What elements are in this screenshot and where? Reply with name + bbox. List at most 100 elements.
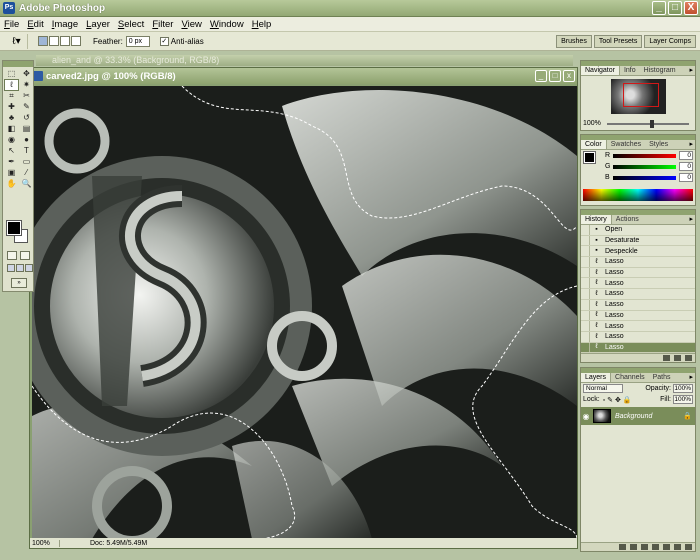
tab-swatches[interactable]: Swatches	[607, 140, 645, 149]
add-selection-icon[interactable]	[49, 36, 59, 46]
dodge-tool-icon[interactable]: ●	[20, 135, 33, 145]
intersect-selection-icon[interactable]	[71, 36, 81, 46]
history-brush-source[interactable]	[581, 225, 590, 235]
marquee-tool-icon[interactable]: ⬚	[5, 69, 18, 79]
eraser-tool-icon[interactable]: ◧	[5, 124, 18, 134]
layer-row-background[interactable]: ◉ Background 🔒	[581, 407, 695, 425]
tab-navigator[interactable]: Navigator	[581, 66, 620, 75]
history-state[interactable]: ▪ Despeckle	[581, 246, 695, 258]
tab-channels[interactable]: Channels	[611, 373, 649, 382]
foreground-color-swatch[interactable]	[6, 220, 22, 236]
quick-mask-icon[interactable]	[20, 251, 30, 260]
history-brush-source[interactable]	[581, 278, 590, 289]
history-state[interactable]: ℓ Lasso	[581, 278, 695, 290]
tab-styles[interactable]: Styles	[645, 140, 672, 149]
tab-paths[interactable]: Paths	[649, 373, 675, 382]
adjustment-layer-icon[interactable]	[663, 544, 670, 550]
history-brush-source[interactable]	[581, 310, 590, 321]
blend-mode-select[interactable]: Normal	[583, 384, 623, 393]
lock-icons[interactable]: ▫ ✎ ✥ 🔒	[603, 396, 632, 404]
navigator-view-box[interactable]	[623, 83, 659, 107]
tab-info[interactable]: Info	[620, 66, 640, 75]
zoom-tool-icon[interactable]: 🔍	[20, 179, 33, 189]
palette-menu-icon[interactable]: ▸	[689, 373, 693, 383]
menu-filter[interactable]: Filter	[148, 19, 177, 30]
clone-stamp-tool-icon[interactable]: ♣	[5, 113, 18, 123]
history-state[interactable]: ℓ Lasso	[581, 267, 695, 279]
history-state[interactable]: ℓ Lasso	[581, 310, 695, 322]
navigator-zoom-value[interactable]: 100%	[583, 120, 601, 127]
gradient-tool-icon[interactable]: ▤	[20, 124, 33, 134]
green-value[interactable]: 0	[679, 162, 693, 171]
menu-edit[interactable]: Edit	[23, 19, 47, 30]
image-canvas[interactable]	[32, 86, 577, 539]
history-state[interactable]: ▪ Desaturate	[581, 235, 695, 247]
history-state[interactable]: ℓ Lasso	[581, 289, 695, 300]
healing-brush-tool-icon[interactable]: ✚	[5, 102, 18, 112]
green-slider[interactable]	[613, 164, 676, 169]
lasso-tool-icon[interactable]: ℓ	[4, 79, 19, 91]
standard-screen-icon[interactable]	[7, 264, 15, 272]
path-selection-tool-icon[interactable]: ↖	[5, 146, 18, 156]
jump-to-imageready-button[interactable]: »	[11, 278, 27, 288]
history-brush-source[interactable]	[581, 246, 590, 257]
feather-input[interactable]: 0 px	[125, 35, 150, 47]
notes-tool-icon[interactable]: ▣	[5, 168, 18, 178]
trash-icon[interactable]	[685, 544, 692, 550]
history-brush-source[interactable]	[581, 267, 590, 278]
eyedropper-tool-icon[interactable]: ⁄	[20, 168, 33, 178]
history-state[interactable]: ℓ Lasso	[581, 321, 695, 332]
tool-presets-well-tab[interactable]: Tool Presets	[593, 35, 643, 48]
menu-view[interactable]: View	[177, 19, 205, 30]
menu-help[interactable]: Help	[248, 19, 276, 30]
maximize-button[interactable]: □	[668, 1, 682, 15]
blue-value[interactable]: 0	[679, 173, 693, 182]
new-layer-icon[interactable]	[674, 544, 681, 550]
tab-color[interactable]: Color	[581, 140, 607, 149]
new-snapshot-icon[interactable]	[674, 355, 681, 361]
background-document-title[interactable]: alien_and @ 33.3% (Background, RGB/8)	[36, 55, 573, 66]
layer-mask-icon[interactable]	[641, 544, 648, 550]
history-brush-source[interactable]	[581, 342, 590, 353]
tab-histogram[interactable]: Histogram	[640, 66, 680, 75]
history-state[interactable]: ℓ Lasso	[581, 342, 695, 354]
menu-image[interactable]: Image	[48, 19, 82, 30]
antialias-checkbox[interactable]: ✓	[159, 36, 169, 46]
menu-select[interactable]: Select	[114, 19, 148, 30]
layer-set-icon[interactable]	[652, 544, 659, 550]
new-selection-icon[interactable]	[38, 36, 48, 46]
crop-tool-icon[interactable]: ⌗	[5, 91, 18, 101]
history-state[interactable]: ℓ Lasso	[581, 257, 695, 268]
eye-icon[interactable]: ◉	[581, 412, 591, 421]
standard-mode-icon[interactable]	[7, 251, 17, 260]
subtract-selection-icon[interactable]	[60, 36, 70, 46]
blur-tool-icon[interactable]: ◉	[5, 135, 18, 145]
tab-layers[interactable]: Layers	[581, 373, 612, 382]
document-titlebar[interactable]: carved2.jpg @ 100% (RGB/8) _ □ x	[30, 68, 577, 84]
slice-tool-icon[interactable]: ✂	[20, 91, 33, 101]
full-screen-menu-icon[interactable]	[16, 264, 24, 272]
history-brush-source[interactable]	[581, 235, 590, 246]
history-brush-source[interactable]	[581, 331, 590, 342]
menu-layer[interactable]: Layer	[82, 19, 114, 30]
minimize-button[interactable]: _	[652, 1, 666, 15]
full-screen-icon[interactable]	[25, 264, 33, 272]
menu-file[interactable]: File	[0, 19, 23, 30]
document-size[interactable]: Doc: 5.49M/5.49M	[60, 540, 147, 547]
magic-wand-tool-icon[interactable]: ✷	[20, 80, 33, 90]
shape-tool-icon[interactable]: ▭	[20, 157, 33, 167]
navigator-zoom-slider[interactable]	[606, 119, 689, 128]
doc-minimize-button[interactable]: _	[535, 70, 547, 82]
history-brush-source[interactable]	[581, 299, 590, 310]
history-state[interactable]: ℓ Lasso	[581, 331, 695, 343]
layer-comps-well-tab[interactable]: Layer Comps	[644, 35, 696, 48]
move-tool-icon[interactable]: ✥	[20, 69, 33, 79]
new-document-from-state-icon[interactable]	[663, 355, 670, 361]
brushes-well-tab[interactable]: Brushes	[556, 35, 592, 48]
menu-window[interactable]: Window	[206, 19, 248, 30]
link-icon[interactable]	[619, 544, 626, 550]
layer-style-icon[interactable]	[630, 544, 637, 550]
red-value[interactable]: 0	[679, 151, 693, 160]
doc-close-button[interactable]: x	[563, 70, 575, 82]
palette-menu-icon[interactable]: ▸	[689, 140, 693, 150]
